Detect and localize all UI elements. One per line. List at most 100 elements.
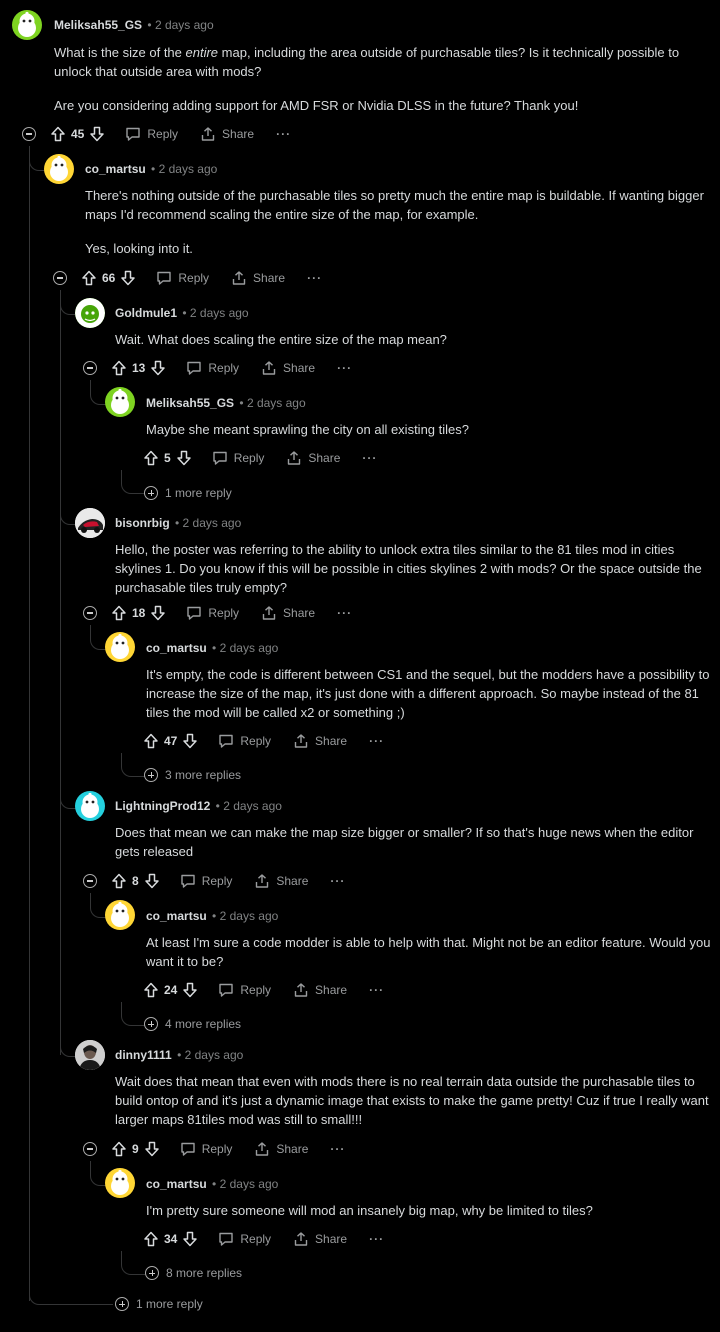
avatar[interactable] xyxy=(105,387,135,417)
more-replies-link[interactable]: 4 more replies xyxy=(144,1015,241,1033)
username[interactable]: co_martsu xyxy=(146,641,207,655)
username[interactable]: bisonrbig xyxy=(115,516,170,530)
downvote-icon[interactable] xyxy=(89,126,105,142)
username[interactable]: co_martsu xyxy=(146,909,207,923)
share-button[interactable]: Share xyxy=(261,605,315,621)
vote-count: 5 xyxy=(164,451,171,465)
share-button[interactable]: Share xyxy=(254,1141,308,1157)
plus-icon xyxy=(144,768,158,782)
timestamp: • 2 days ago xyxy=(215,799,282,813)
avatar[interactable] xyxy=(75,1040,105,1070)
share-button[interactable]: Share xyxy=(293,733,347,749)
share-icon xyxy=(254,1141,270,1157)
avatar[interactable] xyxy=(105,632,135,662)
reply-icon xyxy=(180,1141,196,1157)
more-replies-link[interactable]: 3 more replies xyxy=(144,766,241,784)
more-options-button[interactable]: ··· xyxy=(369,734,384,748)
comment-body: Wait does that mean that even with mods … xyxy=(115,1074,709,1127)
more-options-button[interactable]: ··· xyxy=(362,451,377,465)
collapse-button[interactable] xyxy=(83,874,97,888)
vote-count: 66 xyxy=(102,271,116,285)
share-button[interactable]: Share xyxy=(293,982,347,998)
share-button[interactable]: Share xyxy=(261,360,315,376)
more-options-button[interactable]: ··· xyxy=(369,1232,384,1246)
downvote-icon[interactable] xyxy=(182,982,198,998)
timestamp: • 2 days ago xyxy=(212,1177,279,1191)
more-replies-link[interactable]: 8 more replies xyxy=(145,1264,242,1282)
username[interactable]: co_martsu xyxy=(85,162,146,176)
downvote-icon[interactable] xyxy=(144,1141,160,1157)
reply-button[interactable]: Reply xyxy=(180,1141,232,1157)
share-button[interactable]: Share xyxy=(286,450,340,466)
upvote-icon[interactable] xyxy=(143,982,159,998)
downvote-icon[interactable] xyxy=(150,360,166,376)
vote-count: 8 xyxy=(132,874,139,888)
downvote-icon[interactable] xyxy=(182,733,198,749)
reply-button[interactable]: Reply xyxy=(218,982,271,998)
upvote-icon[interactable] xyxy=(111,360,127,376)
share-icon xyxy=(254,873,270,889)
reply-button[interactable]: Reply xyxy=(125,126,178,142)
collapse-button[interactable] xyxy=(22,127,36,141)
more-options-button[interactable]: ··· xyxy=(276,127,291,141)
downvote-icon[interactable] xyxy=(182,1231,198,1247)
more-options-button[interactable]: ··· xyxy=(337,606,352,620)
username[interactable]: Meliksah55_GS xyxy=(54,18,142,32)
upvote-icon[interactable] xyxy=(81,270,97,286)
avatar[interactable] xyxy=(75,298,105,328)
comment-actions: 8 Reply Share ··· xyxy=(83,870,345,892)
collapse-button[interactable] xyxy=(53,271,67,285)
reply-icon xyxy=(212,450,228,466)
avatar[interactable] xyxy=(105,1168,135,1198)
upvote-icon[interactable] xyxy=(143,1231,159,1247)
more-options-button[interactable]: ··· xyxy=(330,874,345,888)
comment-body: Does that mean we can make the map size … xyxy=(115,825,694,859)
upvote-icon[interactable] xyxy=(143,733,159,749)
reply-button[interactable]: Reply xyxy=(212,450,264,466)
downvote-icon[interactable] xyxy=(150,605,166,621)
reply-button[interactable]: Reply xyxy=(186,605,239,621)
reply-button[interactable]: Reply xyxy=(218,1231,271,1247)
comment-author: co_martsu • 2 days ago xyxy=(146,641,278,655)
reply-button[interactable]: Reply xyxy=(156,270,209,286)
upvote-icon[interactable] xyxy=(111,1141,127,1157)
downvote-icon[interactable] xyxy=(144,873,160,889)
more-options-button[interactable]: ··· xyxy=(369,983,384,997)
share-button[interactable]: Share xyxy=(254,873,308,889)
avatar[interactable] xyxy=(12,10,42,40)
downvote-icon[interactable] xyxy=(120,270,136,286)
avatar[interactable] xyxy=(105,900,135,930)
upvote-icon[interactable] xyxy=(143,450,159,466)
reply-icon xyxy=(156,270,172,286)
collapse-button[interactable] xyxy=(83,361,97,375)
more-replies-link[interactable]: 1 more reply xyxy=(144,484,232,502)
username[interactable]: LightningProd12 xyxy=(115,799,210,813)
username[interactable]: co_martsu xyxy=(146,1177,207,1191)
comment-body: What is the size of the entire map, incl… xyxy=(54,45,680,113)
more-replies-link-root[interactable]: 1 more reply xyxy=(115,1295,203,1313)
username[interactable]: dinny1111 xyxy=(115,1048,172,1062)
thread-curve-l2-d-more xyxy=(121,1251,145,1275)
avatar[interactable] xyxy=(75,791,105,821)
more-options-button[interactable]: ··· xyxy=(307,271,322,285)
username[interactable]: Meliksah55_GS xyxy=(146,396,234,410)
downvote-icon[interactable] xyxy=(176,450,192,466)
upvote-icon[interactable] xyxy=(111,873,127,889)
comment-author: Goldmule1 • 2 days ago xyxy=(115,306,249,320)
more-options-button[interactable]: ··· xyxy=(337,361,352,375)
thread-curve-l2-b-more xyxy=(121,753,145,777)
avatar[interactable] xyxy=(44,154,74,184)
upvote-icon[interactable] xyxy=(111,605,127,621)
reply-button[interactable]: Reply xyxy=(180,873,232,889)
collapse-button[interactable] xyxy=(83,606,97,620)
username[interactable]: Goldmule1 xyxy=(115,306,177,320)
reply-button[interactable]: Reply xyxy=(186,360,239,376)
reply-button[interactable]: Reply xyxy=(218,733,271,749)
more-options-button[interactable]: ··· xyxy=(330,1142,345,1156)
share-button[interactable]: Share xyxy=(293,1231,347,1247)
share-button[interactable]: Share xyxy=(200,126,254,142)
avatar[interactable] xyxy=(75,508,105,538)
upvote-icon[interactable] xyxy=(50,126,66,142)
collapse-button[interactable] xyxy=(83,1142,97,1156)
share-button[interactable]: Share xyxy=(231,270,285,286)
